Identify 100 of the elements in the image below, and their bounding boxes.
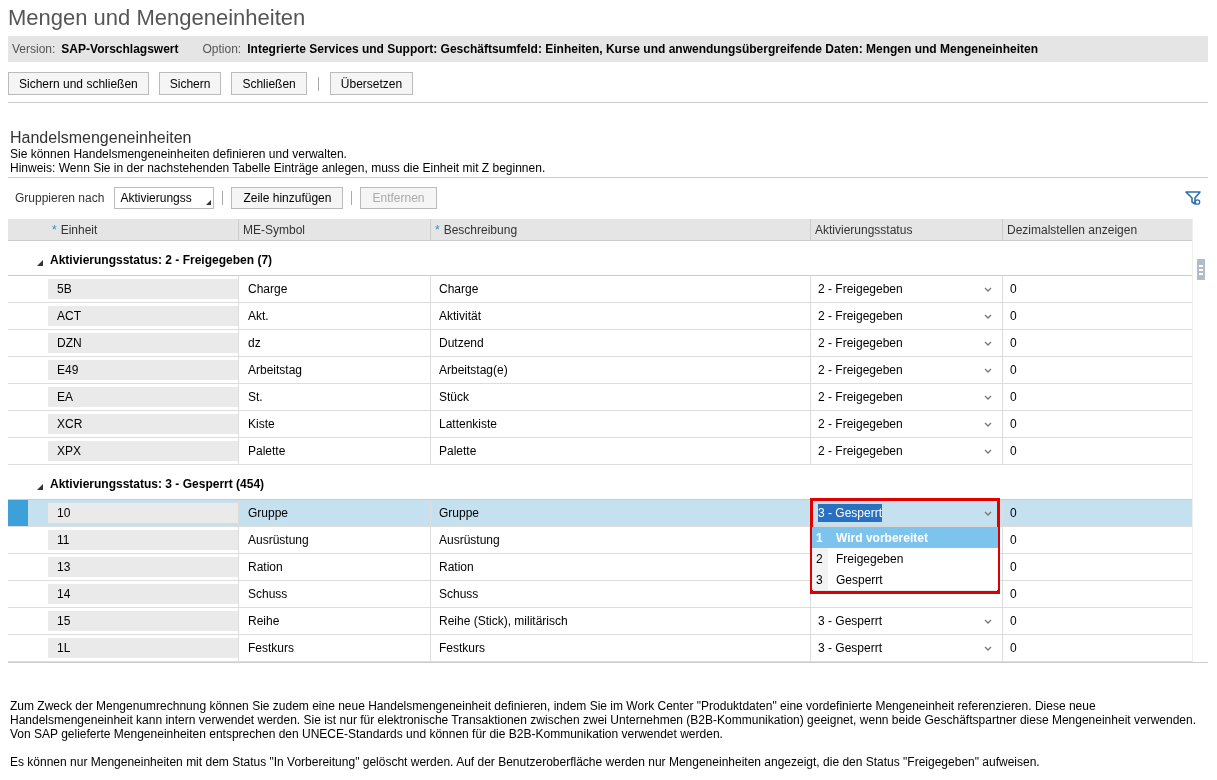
- table-cell: Palette: [430, 438, 810, 464]
- table-cell: 13: [48, 557, 238, 577]
- toolbar-button[interactable]: Schließen: [231, 72, 307, 95]
- chevron-down-icon: [984, 367, 992, 373]
- chevron-down-icon: [984, 421, 992, 427]
- status-select[interactable]: 3 - Gesperrt: [818, 504, 992, 522]
- table-cell: dz: [238, 330, 430, 356]
- table-cell: EA: [48, 387, 238, 407]
- table-row[interactable]: 10 Gruppe Gruppe 3 - Gesperrt 0: [8, 500, 1192, 527]
- table-cell: 5B: [48, 279, 238, 299]
- expand-triangle-icon[interactable]: [36, 483, 43, 490]
- table-cell: Akt.: [238, 303, 430, 329]
- chevron-down-icon: [984, 645, 992, 651]
- table-cell: 10: [48, 503, 238, 523]
- table-cell: ACT: [48, 306, 238, 326]
- status-select[interactable]: 2 - Freigegeben: [818, 361, 992, 379]
- group-header[interactable]: Aktivierungsstatus: 3 - Gesperrt (454): [50, 475, 265, 493]
- table-cell: Festkurs: [238, 635, 430, 661]
- table-cell: Schuss: [238, 581, 430, 607]
- table-cell: Lattenkiste: [430, 411, 810, 437]
- table-row[interactable]: 15 Reihe Reihe (Stick), militärisch 3 - Gesperrt 0: [8, 608, 1192, 635]
- chevron-down-icon: [984, 394, 992, 400]
- chevron-down-icon: [984, 340, 992, 346]
- info-label: Option:: [202, 41, 242, 58]
- table-cell: Ausrüstung: [238, 527, 430, 553]
- table-cell: Charge: [430, 276, 810, 302]
- info-value: Integrierte Services und Support: Geschäftsumfeld: Einheiten, Kurse und anwendungsübergreifende Daten: Mengen und Mengeneinheiten: [247, 41, 1038, 58]
- info-value: SAP-Vorschlagswert: [61, 41, 179, 58]
- toolbar-button[interactable]: Sichern: [158, 72, 222, 95]
- table-cell: Kiste: [238, 411, 430, 437]
- group-by-label: Gruppieren nach: [15, 190, 105, 207]
- toolbar-button[interactable]: Zeile hinzufügen: [231, 187, 344, 209]
- footer-text: Zum Zweck der Mengenumrechnung können Sie zudem eine neue Handelsmengeneinheit definieren, indem Sie im Work Center "Produktdaten" eine vordefinierte Mengeneinheit referenzieren. Diese neue Handelsmengeneinheit kann intern verwendet werden. Sie ist nur für elektronische Transaktionen zwischen zwei Unternehmen (B2B-Kommunikation) geeignet, wenn beide Geschäftspartner diese Mengeneinheit verwenden.: [10, 699, 1197, 727]
- table-cell: Ration: [238, 554, 430, 580]
- chevron-down-icon: [984, 313, 992, 319]
- status-select[interactable]: 3 - Gesperrt: [818, 612, 992, 630]
- table-cell: Gruppe: [238, 500, 430, 526]
- table-cell: XPX: [48, 441, 238, 461]
- page-title: Mengen und Mengeneinheiten: [7, 4, 307, 32]
- table-cell: Schuss: [430, 581, 810, 607]
- table-cell: 1L: [48, 638, 238, 658]
- status-select[interactable]: 2 - Freigegeben: [818, 415, 992, 433]
- group-by-select[interactable]: Aktivierungss: [114, 187, 215, 209]
- corner-triangle-icon: [206, 200, 212, 205]
- table-cell: Stück: [430, 384, 810, 410]
- description-text: Sie können Handelsmengeneinheiten definieren und verwalten.: [9, 147, 348, 161]
- status-select[interactable]: 2 - Freigegeben: [818, 280, 992, 298]
- required-mark: *: [435, 221, 440, 239]
- column-header[interactable]: * Einheit: [48, 219, 238, 240]
- table-row[interactable]: XCR Kiste Lattenkiste 2 - Freigegeben 0: [8, 411, 1192, 438]
- table-cell: E49: [48, 360, 238, 380]
- table-row[interactable]: XPX Palette Palette 2 - Freigegeben 0: [8, 438, 1192, 465]
- status-select[interactable]: 2 - Freigegeben: [818, 442, 992, 460]
- table-row[interactable]: EA St. Stück 2 - Freigegeben 0: [8, 384, 1192, 411]
- table-row[interactable]: 1L Festkurs Festkurs 3 - Gesperrt 0: [8, 635, 1192, 662]
- column-header[interactable]: Aktivierungsstatus: [810, 219, 1002, 240]
- table-cell: Arbeitstag: [238, 357, 430, 383]
- table-row[interactable]: 5B Charge Charge 2 - Freigegeben 0: [8, 276, 1192, 303]
- scrollbar-thumb[interactable]: [1196, 259, 1205, 280]
- chevron-down-icon: [984, 286, 992, 292]
- table-row[interactable]: DZN dz Dutzend 2 - Freigegeben 0: [8, 330, 1192, 357]
- table-cell: DZN: [48, 333, 238, 353]
- table-cell: Aktivität: [430, 303, 810, 329]
- group-header[interactable]: Aktivierungsstatus: 2 - Freigegeben (7): [50, 251, 273, 269]
- chevron-down-icon: [984, 510, 992, 516]
- status-select[interactable]: 2 - Freigegeben: [818, 388, 992, 406]
- column-header[interactable]: ME-Symbol: [238, 219, 430, 240]
- dropdown-option[interactable]: 2 Freigegeben: [812, 548, 998, 569]
- table-cell: Ausrüstung: [430, 527, 810, 553]
- table-cell: 15: [48, 611, 238, 631]
- table-cell: XCR: [48, 414, 238, 434]
- dropdown-option[interactable]: 3 Gesperrt: [812, 569, 998, 590]
- status-select[interactable]: 2 - Freigegeben: [818, 334, 992, 352]
- filter-icon[interactable]: [1185, 190, 1201, 206]
- status-select[interactable]: 2 - Freigegeben: [818, 307, 992, 325]
- section-title: Handelsmengeneinheiten: [9, 129, 193, 147]
- description-text: Hinweis: Wenn Sie in der nachstehenden Tabelle Einträge anlegen, muss die Einheit mit Z beginnen.: [9, 161, 547, 175]
- table-cell: Dutzend: [430, 330, 810, 356]
- info-label: Version:: [12, 41, 56, 58]
- table-cell: St.: [238, 384, 430, 410]
- column-header[interactable]: * Beschreibung: [430, 219, 810, 240]
- table-cell: Ration: [430, 554, 810, 580]
- required-mark: *: [52, 221, 57, 239]
- toolbar-button[interactable]: Sichern und schließen: [8, 72, 149, 95]
- table-cell: Arbeitstag(e): [430, 357, 810, 383]
- table-row[interactable]: ACT Akt. Aktivität 2 - Freigegeben 0: [8, 303, 1192, 330]
- chevron-down-icon: [984, 448, 992, 454]
- status-select[interactable]: 3 - Gesperrt: [818, 639, 992, 657]
- table-cell: Palette: [238, 438, 430, 464]
- table-row[interactable]: E49 Arbeitstag Arbeitstag(e) 2 - Freigegeben 0: [8, 357, 1192, 384]
- table-cell: Reihe: [238, 608, 430, 634]
- table-cell: Festkurs: [430, 635, 810, 661]
- expand-triangle-icon[interactable]: [36, 259, 43, 266]
- table-cell: 11: [48, 530, 238, 550]
- table-cell: Charge: [238, 276, 430, 302]
- chevron-down-icon: [984, 618, 992, 624]
- footer-text: Es können nur Mengeneinheiten mit dem Status "In Vorbereitung" gelöscht werden. Auf der Benutzeroberfläche werden nur Mengeneinheiten angezeigt, die den Status "Freigegeben" aufweisen.: [10, 755, 1041, 769]
- table-cell: Reihe (Stick), militärisch: [430, 608, 810, 634]
- toolbar-button[interactable]: Übersetzen: [329, 72, 414, 95]
- table-cell: Gruppe: [430, 500, 810, 526]
